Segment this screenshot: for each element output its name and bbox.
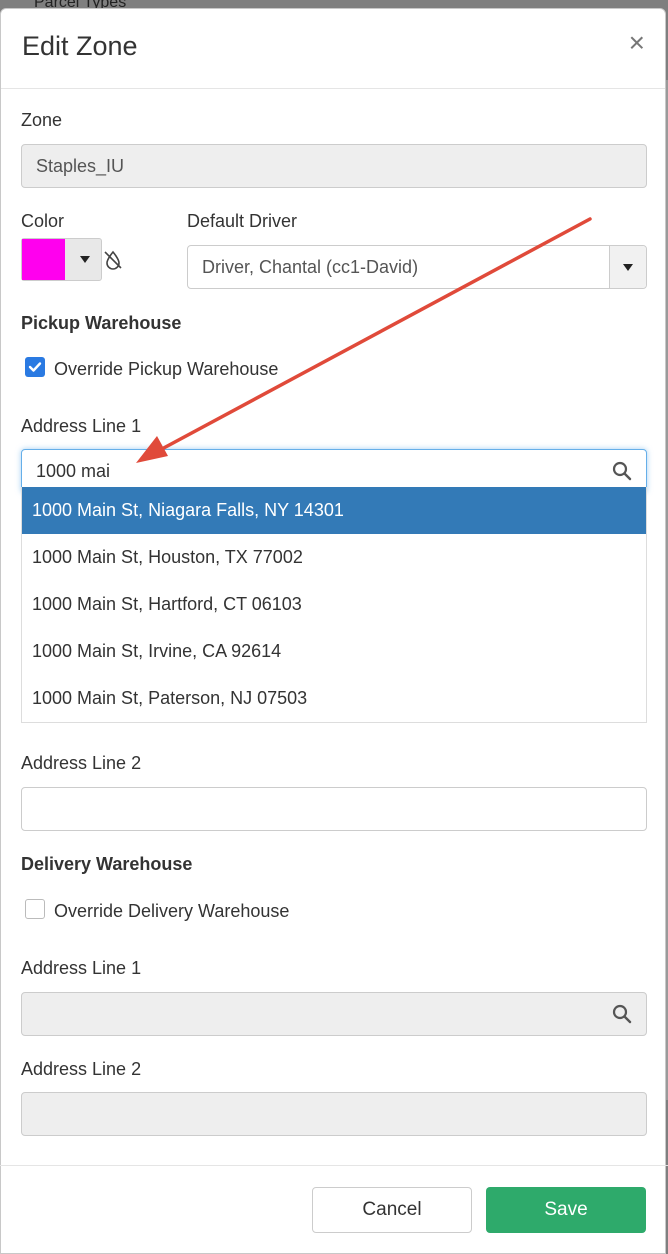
- override-delivery-label[interactable]: Override Delivery Warehouse: [54, 901, 289, 922]
- address-suggestions: 1000 Main St, Niagara Falls, NY 14301 10…: [21, 487, 647, 723]
- override-delivery-checkbox[interactable]: [25, 899, 45, 919]
- zone-label: Zone: [21, 110, 63, 130]
- delivery-warehouse-heading: Delivery Warehouse: [21, 854, 193, 874]
- delivery-address1-label: Address Line 1: [21, 958, 142, 978]
- default-driver-label: Default Driver: [187, 211, 298, 231]
- color-label: Color: [21, 211, 65, 231]
- color-swatch: [22, 239, 65, 280]
- modal-title: Edit Zone: [22, 31, 138, 61]
- suggestion-item[interactable]: 1000 Main St, Hartford, CT 06103: [22, 581, 646, 628]
- pickup-address1-value: 1000 mai: [36, 460, 111, 481]
- suggestion-item[interactable]: 1000 Main St, Paterson, NJ 07503: [22, 675, 646, 722]
- override-pickup-label[interactable]: Override Pickup Warehouse: [54, 359, 278, 380]
- pickup-address1-label: Address Line 1: [21, 416, 142, 436]
- pickup-address2-label: Address Line 2: [21, 753, 142, 773]
- default-driver-value: Driver, Chantal (cc1-David): [202, 256, 419, 277]
- default-driver-select[interactable]: Driver, Chantal (cc1-David): [187, 245, 647, 289]
- pickup-warehouse-heading: Pickup Warehouse: [21, 313, 182, 333]
- save-button[interactable]: Save: [486, 1187, 646, 1233]
- override-pickup-checkbox[interactable]: [25, 357, 45, 377]
- check-icon: [28, 362, 42, 372]
- modal-header: Edit Zone ×: [1, 9, 665, 89]
- cancel-button[interactable]: Cancel: [312, 1187, 472, 1233]
- close-button[interactable]: ×: [629, 29, 645, 57]
- delivery-address2-label: Address Line 2: [21, 1059, 142, 1079]
- search-icon: [612, 461, 632, 481]
- chevron-down-icon[interactable]: [609, 246, 646, 288]
- chevron-down-icon: [80, 256, 90, 263]
- zone-value: Staples_IU: [36, 155, 125, 176]
- delivery-address2-input[interactable]: [21, 1092, 647, 1136]
- delivery-address1-input[interactable]: [21, 992, 647, 1036]
- zone-field[interactable]: Staples_IU: [21, 144, 647, 188]
- search-icon: [612, 1004, 632, 1024]
- pickup-address2-input[interactable]: [21, 787, 647, 831]
- no-color-icon[interactable]: [102, 249, 124, 276]
- suggestion-item[interactable]: 1000 Main St, Niagara Falls, NY 14301: [22, 487, 646, 534]
- color-picker[interactable]: [21, 238, 102, 281]
- suggestion-item[interactable]: 1000 Main St, Irvine, CA 92614: [22, 628, 646, 675]
- modal-footer: Cancel Save: [0, 1165, 668, 1246]
- suggestion-item[interactable]: 1000 Main St, Houston, TX 77002: [22, 534, 646, 581]
